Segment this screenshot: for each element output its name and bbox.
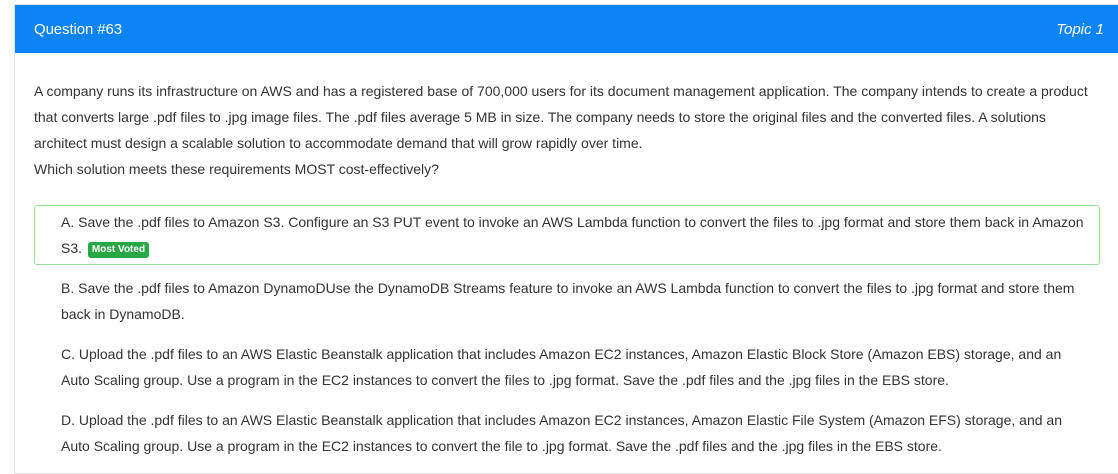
choice-d-text: D. Upload the .pdf files to an AWS Elast… [61,412,1062,454]
question-number: Question #63 [34,20,123,38]
choice-a-text: A. Save the .pdf files to Amazon S3. Con… [61,214,1084,256]
question-prompt: Which solution meets these requirements … [34,161,439,177]
question-card: Question #63 Topic 1 A company runs its … [14,4,1118,474]
choice-c[interactable]: C. Upload the .pdf files to an AWS Elast… [34,337,1100,397]
question-text: A company runs its infrastructure on AWS… [34,78,1100,182]
most-voted-badge: Most Voted [87,242,150,258]
question-paragraph: A company runs its infrastructure on AWS… [34,83,1088,151]
answer-choices: A. Save the .pdf files to Amazon S3. Con… [34,205,1100,463]
choice-c-text: C. Upload the .pdf files to an AWS Elast… [61,346,1062,388]
choice-b-text: B. Save the .pdf files to Amazon DynamoD… [61,280,1075,322]
choice-b[interactable]: B. Save the .pdf files to Amazon DynamoD… [34,271,1100,331]
choice-d[interactable]: D. Upload the .pdf files to an AWS Elast… [34,403,1100,463]
question-body: A company runs its infrastructure on AWS… [15,53,1118,463]
topic-label: Topic 1 [1056,20,1104,38]
choice-a[interactable]: A. Save the .pdf files to Amazon S3. Con… [34,205,1100,265]
question-header: Question #63 Topic 1 [15,5,1118,53]
